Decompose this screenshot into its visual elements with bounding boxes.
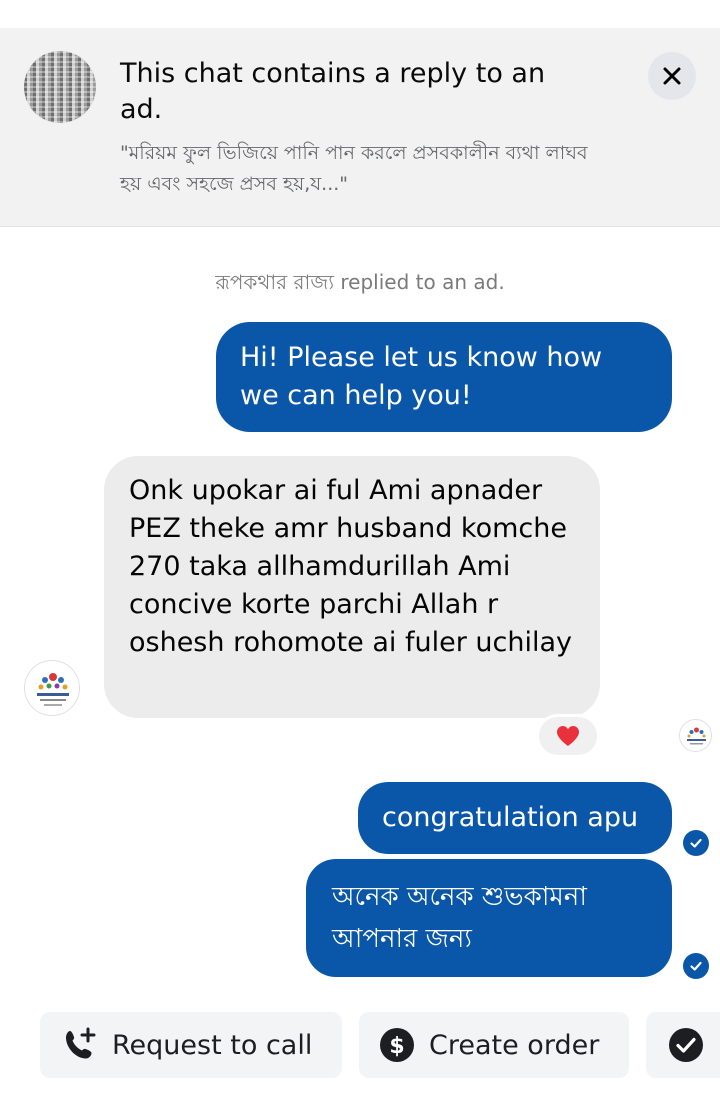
message-outgoing[interactable]: congratulation apu xyxy=(358,782,672,854)
message-outgoing[interactable]: Hi! Please let us know how we can help y… xyxy=(216,322,672,432)
svg-text:$: $ xyxy=(389,1034,404,1059)
request-to-call-button[interactable]: Request to call xyxy=(40,1012,342,1078)
dollar-icon: $ xyxy=(377,1025,417,1065)
seen-by-avatar xyxy=(679,719,712,752)
message-outgoing[interactable]: অনেক অনেক শুভকামনা আপনার জন্য xyxy=(306,859,672,977)
page-logo-icon xyxy=(687,727,706,745)
create-order-label: Create order xyxy=(429,1029,600,1061)
phone-add-icon xyxy=(60,1025,100,1065)
page-logo-icon xyxy=(37,673,69,706)
banner-title: This chat contains a reply to an ad. xyxy=(120,58,546,125)
create-order-button[interactable]: $ Create order xyxy=(359,1012,629,1078)
top-strip xyxy=(0,0,720,28)
heart-icon xyxy=(557,726,579,746)
read-receipt-icon xyxy=(683,953,709,979)
request-to-call-label: Request to call xyxy=(112,1029,313,1061)
read-receipt-icon xyxy=(683,830,709,856)
ad-reply-note: রূপকথার রাজ্য replied to an ad. xyxy=(215,270,505,294)
quick-actions-bar: Request to call $ Create order xyxy=(0,1012,720,1080)
ad-thumbnail[interactable] xyxy=(24,51,96,123)
message-incoming[interactable]: Onk upokar ai ful Ami apnader PEZ theke … xyxy=(104,456,600,718)
message-reaction[interactable] xyxy=(536,714,600,758)
ad-reply-banner: This chat contains a reply to an ad. "মর… xyxy=(0,28,720,227)
close-button[interactable] xyxy=(648,52,696,100)
ad-quote: "মরিয়ম ফুল ভিজিয়ে পানি পান করলে প্রসবক… xyxy=(120,142,588,195)
check-circle-icon xyxy=(666,1025,706,1065)
close-icon xyxy=(663,67,681,85)
sender-avatar[interactable] xyxy=(24,660,80,716)
mark-done-button[interactable] xyxy=(646,1012,720,1078)
